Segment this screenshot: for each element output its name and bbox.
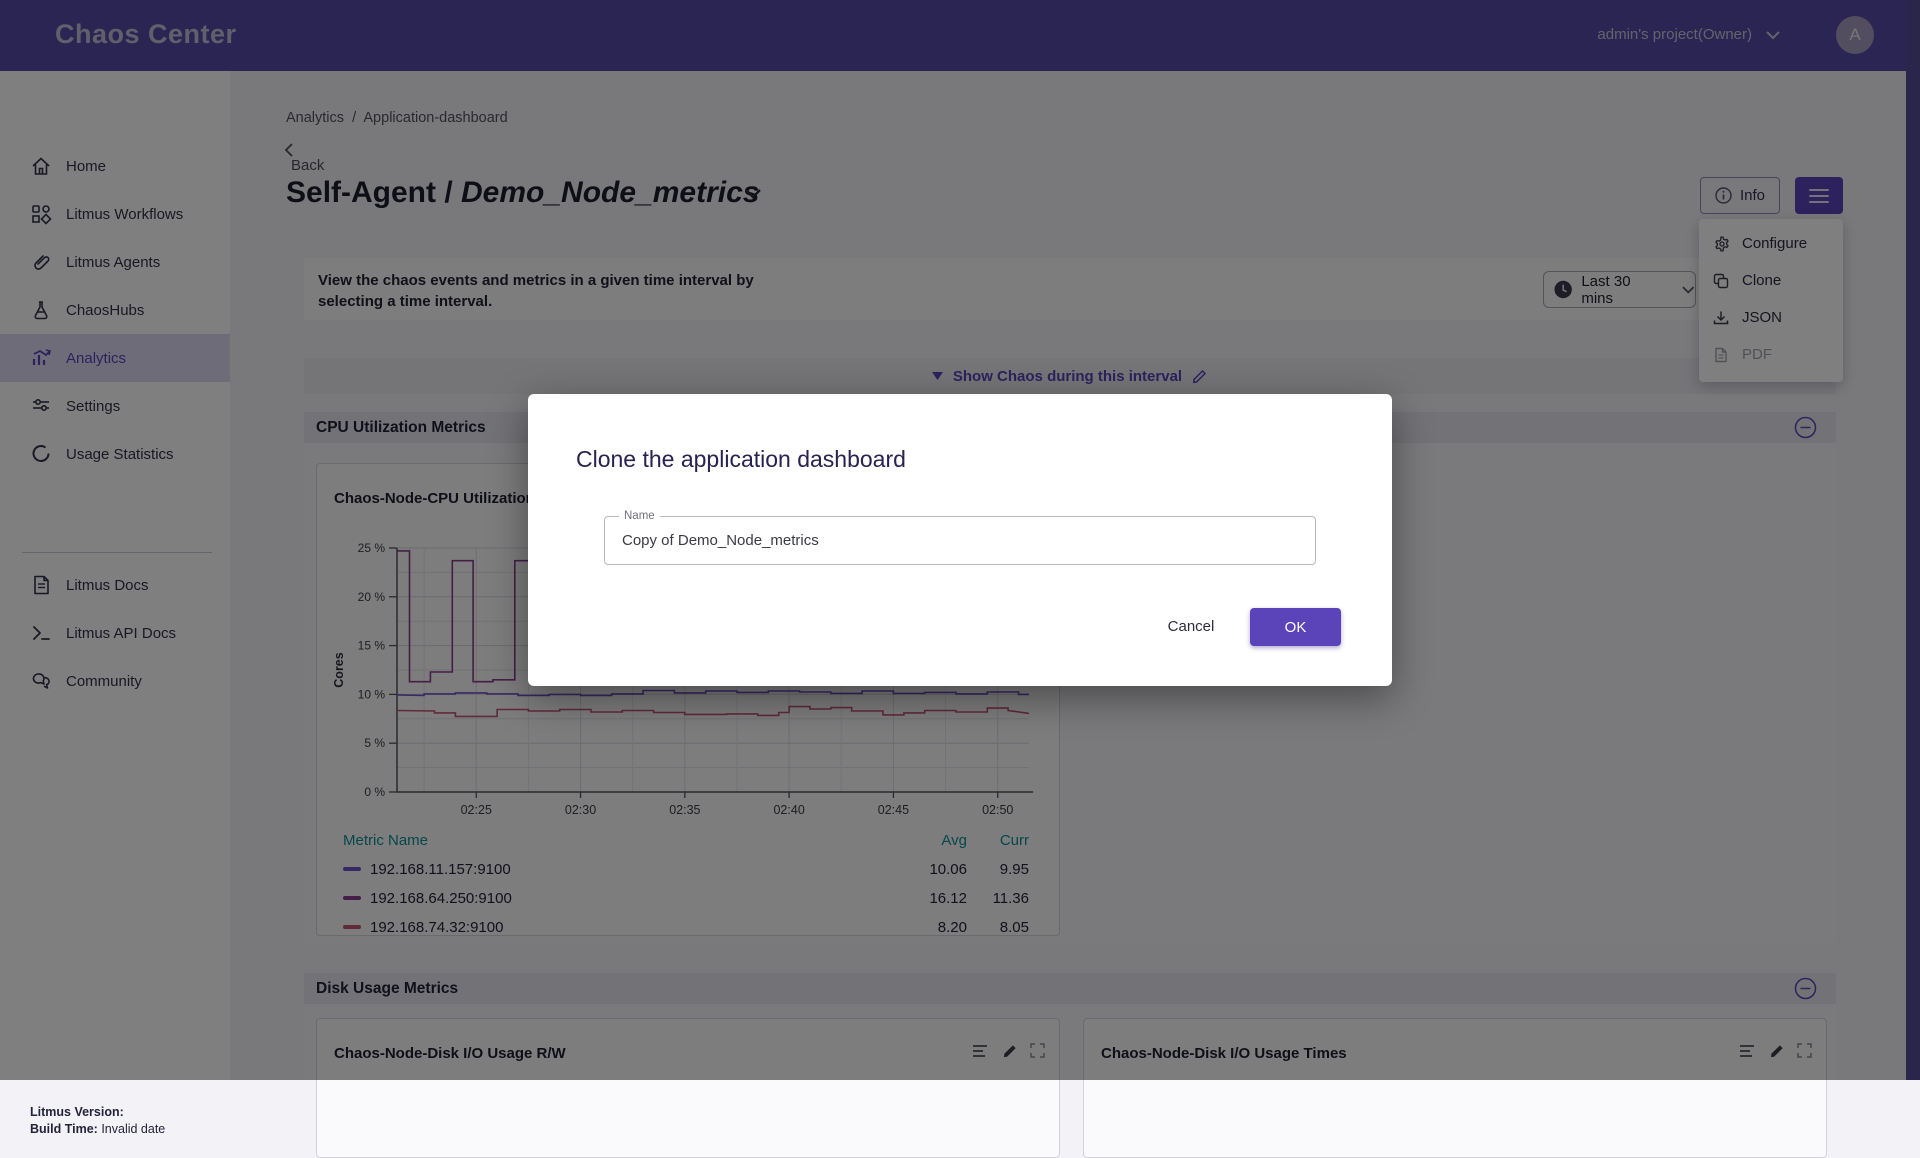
ok-button[interactable]: OK	[1250, 608, 1341, 646]
litmus-version-label: Litmus Version:	[30, 1105, 124, 1119]
clone-dashboard-modal: Clone the application dashboard Name Cop…	[528, 394, 1392, 686]
name-field-value: Copy of Demo_Node_metrics	[622, 532, 819, 549]
version-info: Litmus Version: Build Time: Invalid date	[30, 1104, 165, 1138]
name-field-label: Name	[619, 510, 660, 522]
build-time-value: Invalid date	[101, 1122, 165, 1136]
name-field[interactable]: Name Copy of Demo_Node_metrics	[604, 516, 1316, 565]
build-time-label: Build Time:	[30, 1122, 98, 1136]
modal-title: Clone the application dashboard	[576, 446, 906, 473]
cancel-button[interactable]: Cancel	[1136, 606, 1246, 646]
